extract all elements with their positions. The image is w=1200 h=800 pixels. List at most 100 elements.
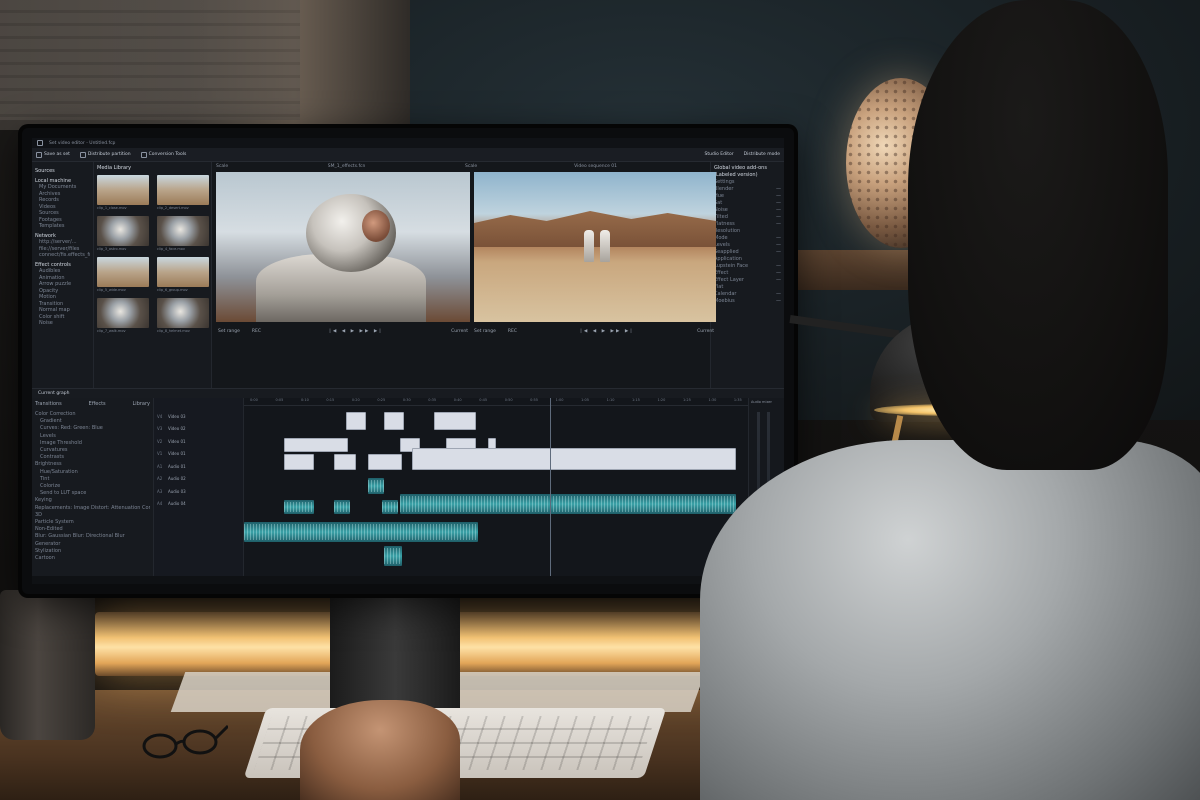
effect-category[interactable]: 3D <box>35 512 150 519</box>
monitor-stand <box>330 592 460 710</box>
property-row[interactable]: Lupstein Face — <box>714 263 781 270</box>
tab-effects[interactable]: Effects <box>89 401 106 407</box>
property-row[interactable]: Settings <box>714 179 781 186</box>
media-thumb[interactable]: clip_2_desert.mov <box>157 175 209 210</box>
property-row[interactable]: Calendar — <box>714 291 781 298</box>
set-range-button[interactable]: Set range <box>218 329 240 334</box>
effect-item[interactable]: Image Threshold <box>35 440 150 447</box>
track-header[interactable]: A3 Audio 03 <box>154 485 243 498</box>
media-thumb[interactable]: clip_1_close.mov <box>97 175 149 210</box>
media-thumb[interactable]: clip_7_walk.mov <box>97 298 149 333</box>
playback-controls[interactable]: |◀ ◀ ▶ ▶▶ ▶| <box>273 329 439 334</box>
property-row[interactable]: Seapplied — <box>714 249 781 256</box>
effect-category[interactable]: Brightness <box>35 461 150 468</box>
property-row[interactable]: Effect Layer — <box>714 277 781 284</box>
effect-item[interactable]: Contrasts <box>35 454 150 461</box>
effect-item[interactable]: Noise <box>35 320 90 327</box>
effect-category[interactable]: Non-Edited <box>35 526 150 533</box>
audio-clip[interactable] <box>284 500 314 514</box>
tab-library[interactable]: Library <box>133 401 150 407</box>
effect-item[interactable]: Curvatures <box>35 447 150 454</box>
current-button[interactable]: Current <box>451 329 468 334</box>
track-header[interactable]: A4 Audio 04 <box>154 498 243 511</box>
source-item[interactable]: Templates <box>35 223 90 230</box>
tools-icon <box>140 151 147 158</box>
track-header[interactable]: V2 Video 01 <box>154 435 243 448</box>
tab-transitions[interactable]: Transitions <box>35 401 62 407</box>
effect-item[interactable]: Hue/Saturation <box>35 469 150 476</box>
effect-category[interactable]: Particle System <box>35 519 150 526</box>
effect-item[interactable]: Send to LUT space <box>35 490 150 497</box>
distribute-mode-button[interactable]: Distribute mode <box>744 152 780 157</box>
property-row[interactable]: Tilted — <box>714 214 781 221</box>
video-clip[interactable] <box>412 448 736 470</box>
property-row[interactable]: Flatness — <box>714 221 781 228</box>
effect-item[interactable]: Curves: Red: Green: Blue <box>35 425 150 432</box>
viewer-b-label: Video sequence 01 <box>574 163 617 169</box>
property-row[interactable]: Resolution <box>714 228 781 235</box>
track-header[interactable]: A1 Audio 01 <box>154 460 243 473</box>
video-clip[interactable] <box>368 454 402 470</box>
playback-controls[interactable]: |◀ ◀ ▶ ▶▶ ▶| <box>529 329 685 334</box>
effect-item[interactable]: Gradient <box>35 418 150 425</box>
property-row[interactable]: Moebius — <box>714 298 781 305</box>
sources-panel: Sources Local machine My Documents Archi… <box>32 162 94 388</box>
audio-clip[interactable] <box>334 500 350 514</box>
playhead[interactable] <box>550 398 551 576</box>
video-clip[interactable] <box>284 454 314 470</box>
effect-category[interactable]: Stylization <box>35 548 150 555</box>
timeline-ruler[interactable]: 0:00 0:05 0:10 0:15 0:20 0:25 0:30 0:35 0:40 0:4… <box>244 398 748 406</box>
distribute-button[interactable]: Distribute partition <box>79 151 131 158</box>
effect-item[interactable]: Levels <box>35 433 150 440</box>
audio-clip[interactable] <box>400 494 736 514</box>
video-clip[interactable] <box>334 454 356 470</box>
properties-panel: Global video add-ons (Labeled version) S… <box>710 162 784 388</box>
property-row[interactable]: Blender — <box>714 186 781 193</box>
effect-category[interactable]: Generator <box>35 541 150 548</box>
track-header[interactable]: V1 Video 01 <box>154 448 243 461</box>
effect-item[interactable]: Colorize <box>35 483 150 490</box>
effect-category[interactable]: Replacements: Image Distort: Attenuation… <box>35 505 150 512</box>
property-row[interactable]: Sat — <box>714 200 781 207</box>
effect-category[interactable]: Color Correction <box>35 411 150 418</box>
video-clip[interactable] <box>284 438 348 452</box>
program-viewer[interactable] <box>474 172 716 322</box>
video-clip[interactable] <box>434 412 476 430</box>
source-viewer[interactable] <box>216 172 470 322</box>
track-header[interactable]: V4 Video 03 <box>154 410 243 423</box>
set-range-button[interactable]: Set range <box>474 329 496 334</box>
media-thumb[interactable]: clip_3_astro.mov <box>97 216 149 251</box>
property-row[interactable]: Noise — <box>714 207 781 214</box>
timeline[interactable]: 0:00 0:05 0:10 0:15 0:20 0:25 0:30 0:35 0:40 0:4… <box>244 398 748 576</box>
audio-clip[interactable] <box>244 522 478 542</box>
toolbar: Save as set Distribute partition Convers… <box>32 148 784 162</box>
effect-category[interactable]: Blur: Gaussian Blur: Directional Blur <box>35 533 150 540</box>
current-button[interactable]: Current <box>697 329 714 334</box>
property-row[interactable]: Levels — <box>714 242 781 249</box>
track-header[interactable]: A2 Audio 02 <box>154 473 243 486</box>
effect-item[interactable]: Tint <box>35 476 150 483</box>
mug <box>0 590 95 740</box>
video-clip[interactable] <box>346 412 366 430</box>
effect-category[interactable]: Keying <box>35 497 150 504</box>
effect-category[interactable]: Cartoon <box>35 555 150 562</box>
media-thumb[interactable]: clip_5_wide.mov <box>97 257 149 292</box>
property-row[interactable]: Mode — <box>714 235 781 242</box>
audio-clip[interactable] <box>384 546 402 566</box>
property-row[interactable]: Application <box>714 256 781 263</box>
video-clip[interactable] <box>384 412 404 430</box>
audio-clip[interactable] <box>382 500 398 514</box>
media-thumb[interactable]: clip_6_group.mov <box>157 257 209 292</box>
track-header[interactable]: V3 Video 02 <box>154 423 243 436</box>
media-thumb[interactable]: clip_4_face.mov <box>157 216 209 251</box>
studio-editor-button[interactable]: Studio Editor <box>705 152 734 157</box>
network-item[interactable]: connect/fis.effects_fr <box>35 252 90 259</box>
person-hand <box>300 700 460 800</box>
save-button[interactable]: Save as set <box>36 151 70 158</box>
media-thumb[interactable]: clip_8_helmet.mov <box>157 298 209 333</box>
property-row[interactable]: Flat <box>714 284 781 291</box>
property-row[interactable]: Hue — <box>714 193 781 200</box>
audio-clip[interactable] <box>368 478 384 494</box>
property-row[interactable]: Effect — <box>714 270 781 277</box>
conversion-tools-button[interactable]: Conversion Tools <box>140 151 186 158</box>
